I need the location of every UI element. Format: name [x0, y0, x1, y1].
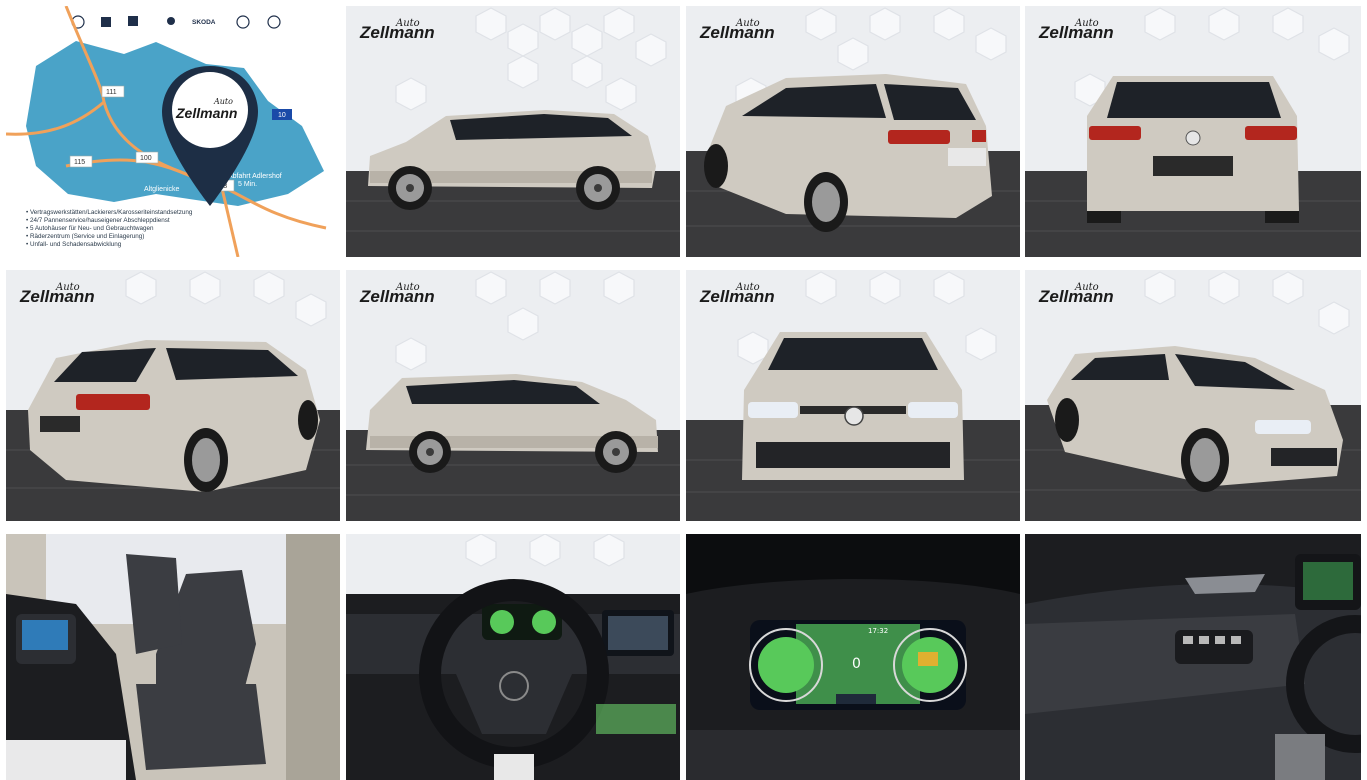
svg-text:Zellmann: Zellmann [359, 23, 435, 42]
photo-steering-wheel[interactable] [346, 534, 680, 780]
photo-front-right-quarter[interactable]: Auto Zellmann [1025, 270, 1361, 521]
photo-rear-left-quarter-2[interactable]: Auto Zellmann [6, 270, 340, 521]
photo-side-left-2[interactable]: Auto Zellmann [346, 270, 680, 521]
photo-door-panel[interactable] [1025, 534, 1361, 780]
road-badge-115: 115 [69, 155, 93, 168]
svg-text:• 24/7 Pannenservice/hauseigen: • 24/7 Pannenservice/hauseigener Abschle… [26, 217, 170, 224]
time-readout: 17:32 [868, 627, 888, 635]
brand-skoda-label: SKODA [192, 19, 216, 26]
place-5-min: 5 Min. [238, 181, 257, 188]
car-rear-view [1087, 76, 1299, 223]
road-badge-10: 10 [272, 109, 292, 120]
svg-text:Zellmann: Zellmann [19, 287, 95, 306]
svg-text:• Räderzentrum (Service und Ei: • Räderzentrum (Service und Einlagerung) [26, 233, 144, 240]
photo-interior-seats[interactable] [6, 534, 340, 780]
photo-instrument-cluster[interactable]: 0 17:32 [686, 534, 1020, 780]
photo-rear-left-quarter[interactable]: Auto Zellmann [686, 6, 1020, 257]
svg-text:Zellmann: Zellmann [175, 105, 237, 121]
svg-text:• Vertragswerkstätten/Lackiere: • Vertragswerkstätten/Lackierers/Karosse… [26, 209, 193, 216]
photo-front[interactable]: Auto Zellmann [686, 270, 1020, 521]
svg-text:Zellmann: Zellmann [699, 287, 775, 306]
car-rear-quarter-view [28, 340, 320, 492]
car-front-view [742, 332, 964, 480]
svg-text:115: 115 [74, 159, 85, 166]
svg-text:• 5 Autohäuser für Neu- und Ge: • 5 Autohäuser für Neu- und Gebrauchtwag… [26, 225, 154, 232]
svg-text:Zellmann: Zellmann [359, 287, 435, 306]
road-badge-111: 111 [101, 85, 125, 98]
svg-text:10: 10 [278, 112, 286, 119]
place-abfahrt-adlershof: Abfahrt Adlershof [228, 173, 282, 180]
photo-gallery: SKODA 111 100 115 113 [0, 0, 1367, 780]
photo-side-left[interactable]: Auto Zellmann [346, 6, 680, 257]
photo-rear[interactable]: Auto Zellmann [1025, 6, 1361, 257]
photo-dealer-map[interactable]: SKODA 111 100 115 113 [6, 6, 340, 257]
hexagon-wall-pattern [465, 534, 625, 567]
svg-text:111: 111 [106, 89, 117, 96]
svg-text:Zellmann: Zellmann [1038, 287, 1114, 306]
svg-text:Zellmann: Zellmann [1038, 23, 1114, 42]
svg-text:100: 100 [140, 155, 152, 162]
svg-text:Zellmann: Zellmann [699, 23, 775, 42]
speed-readout: 0 [852, 656, 861, 672]
road-badge-100: 100 [135, 151, 159, 164]
svg-text:• Unfall- und Schadensabwicklu: • Unfall- und Schadensabwicklung [26, 241, 122, 248]
place-altglienicke: Altglienicke [144, 186, 180, 193]
